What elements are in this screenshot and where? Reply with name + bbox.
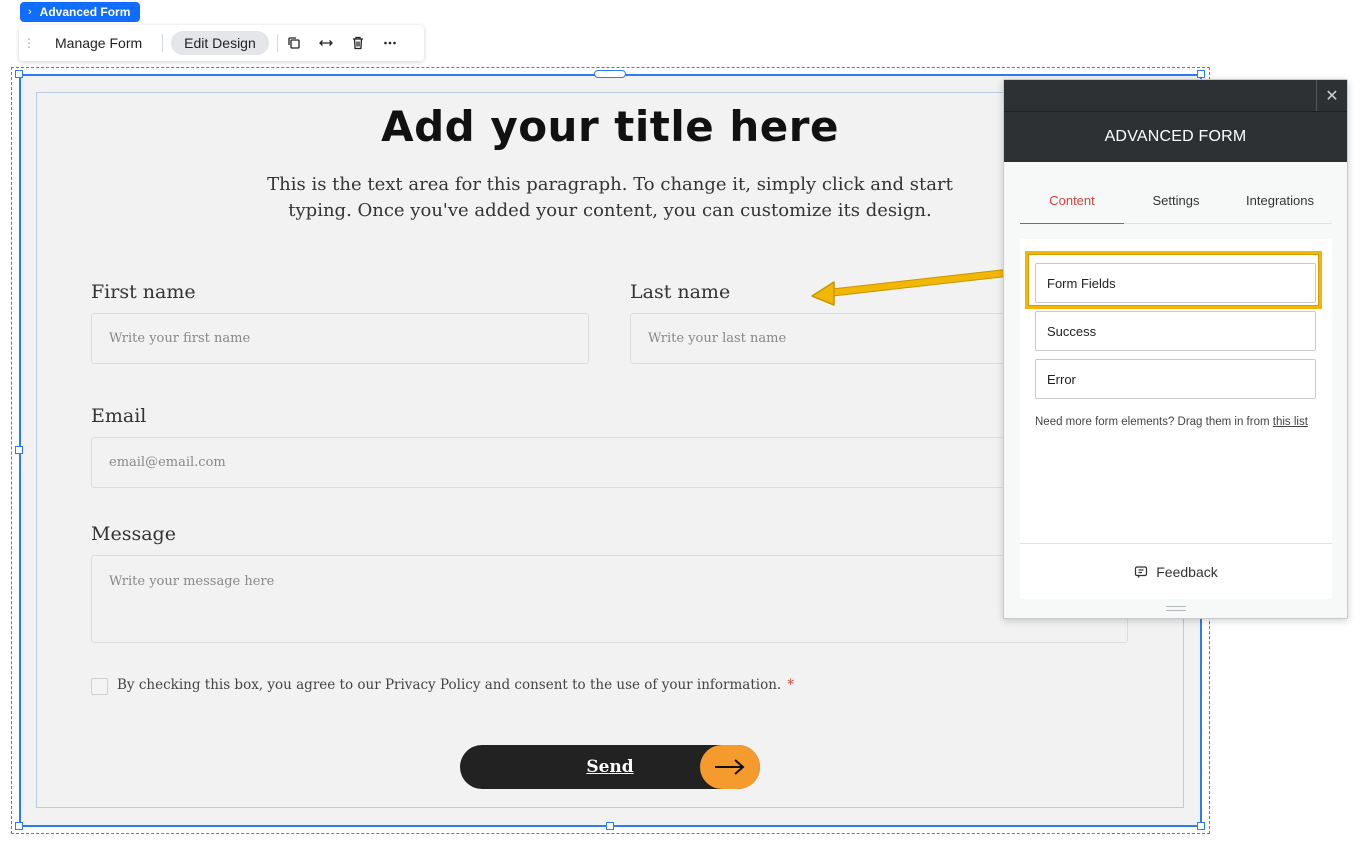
success-item[interactable]: Success xyxy=(1035,311,1316,351)
message-label: Message xyxy=(91,523,176,545)
form-title[interactable]: Add your title here xyxy=(300,102,920,151)
drag-hint-text: Need more form elements? Drag them in fr… xyxy=(1035,413,1316,431)
close-icon[interactable]: ✕ xyxy=(1316,80,1347,111)
panel-tabs: Content Settings Integrations xyxy=(1020,178,1332,224)
form-paragraph[interactable]: This is the text area for this paragraph… xyxy=(250,172,970,224)
resize-handle[interactable] xyxy=(606,822,614,830)
resize-handle[interactable] xyxy=(1197,822,1205,830)
more-icon[interactable] xyxy=(374,31,406,55)
toolbar-divider xyxy=(162,34,164,52)
error-item[interactable]: Error xyxy=(1035,359,1316,399)
resize-handle[interactable] xyxy=(15,70,23,78)
this-list-link[interactable]: this list xyxy=(1273,416,1308,428)
resize-handle[interactable] xyxy=(1197,70,1205,78)
trash-icon[interactable] xyxy=(342,31,374,55)
manage-form-button[interactable]: Manage Form xyxy=(37,31,162,55)
panel-title: ADVANCED FORM xyxy=(1004,112,1347,162)
last-name-input[interactable]: Write your last name xyxy=(630,313,1005,364)
edit-design-button[interactable]: Edit Design xyxy=(171,31,269,55)
component-tag[interactable]: › Advanced Form xyxy=(20,2,141,22)
resize-handle[interactable] xyxy=(15,446,23,454)
resize-handle[interactable] xyxy=(15,822,23,830)
drag-hint-label: Need more form elements? Drag them in fr… xyxy=(1035,416,1273,428)
tab-content[interactable]: Content xyxy=(1020,178,1124,224)
drag-handle-icon[interactable]: ⋮ xyxy=(19,37,37,49)
feedback-icon xyxy=(1135,565,1148,578)
send-button[interactable]: Send xyxy=(460,745,760,789)
feedback-button[interactable]: Feedback xyxy=(1020,543,1332,599)
email-input[interactable]: email@email.com xyxy=(91,437,1005,488)
advanced-form-panel: ✕ ADVANCED FORM Content Settings Integra… xyxy=(1003,79,1348,619)
tab-integrations[interactable]: Integrations xyxy=(1228,178,1332,223)
email-label: Email xyxy=(91,405,147,427)
panel-drag-bar[interactable]: ✕ xyxy=(1004,80,1347,112)
consent-label: By checking this box, you agree to our P… xyxy=(117,677,782,693)
top-resize-handle[interactable] xyxy=(594,70,626,78)
consent-checkbox[interactable] xyxy=(91,678,108,695)
send-button-label: Send xyxy=(586,757,634,777)
arrow-right-icon xyxy=(700,745,760,789)
chevron-right-icon: › xyxy=(28,6,32,18)
last-name-label: Last name xyxy=(630,281,731,303)
consent-text: By checking this box, you agree to our P… xyxy=(117,677,794,693)
feedback-label: Feedback xyxy=(1156,563,1218,580)
component-toolbar: ⋮ Manage Form Edit Design xyxy=(19,25,424,61)
first-name-label: First name xyxy=(91,281,196,303)
message-textarea[interactable]: Write your message here xyxy=(91,555,1128,643)
content-tab-body: Form Fields Success Error Need more form… xyxy=(1020,239,1332,599)
stretch-icon[interactable] xyxy=(310,31,342,55)
form-fields-item[interactable]: Form Fields xyxy=(1035,263,1316,303)
first-name-input[interactable]: Write your first name xyxy=(91,313,589,364)
required-asterisk: * xyxy=(787,677,794,693)
component-tag-label: Advanced Form xyxy=(39,5,131,19)
tab-settings[interactable]: Settings xyxy=(1124,178,1228,223)
panel-resize-handle[interactable] xyxy=(1166,606,1186,611)
duplicate-icon[interactable] xyxy=(278,31,310,55)
